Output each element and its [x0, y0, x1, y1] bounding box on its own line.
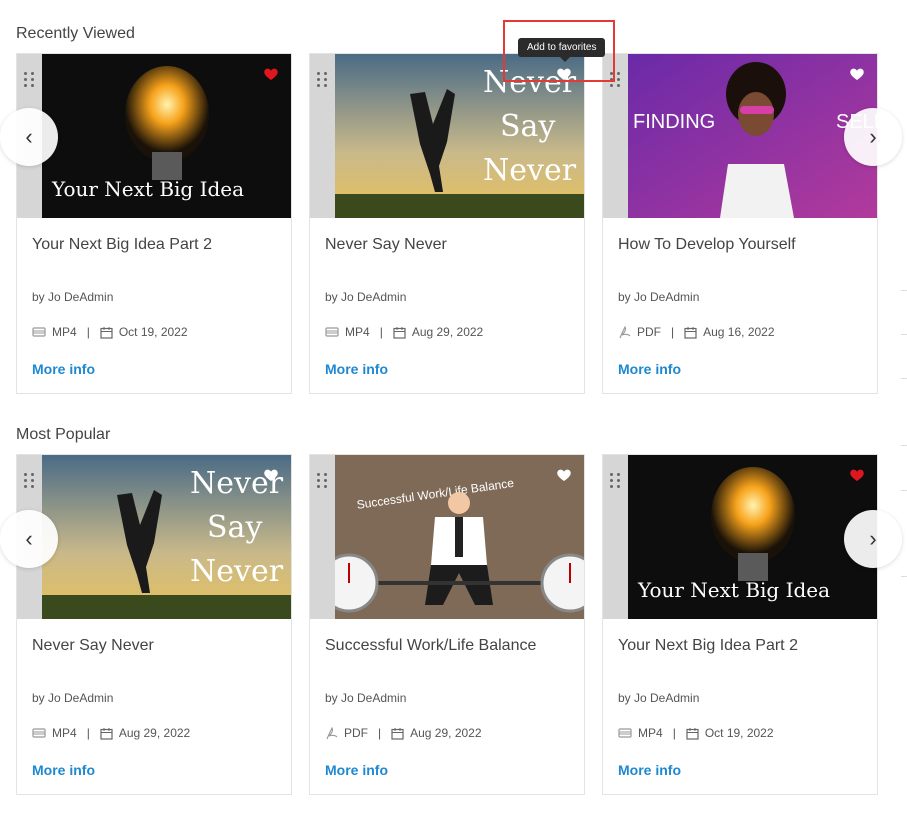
card-author: by Jo DeAdmin — [618, 691, 700, 705]
thumbnail-image: Your Next Big Idea — [628, 455, 877, 619]
card-title[interactable]: How To Develop Yourself — [618, 236, 796, 254]
calendar-icon — [686, 727, 699, 740]
drag-handle[interactable] — [310, 455, 335, 619]
section-title-recently-viewed: Recently Viewed — [16, 25, 135, 42]
more-info-link[interactable]: More info — [32, 361, 95, 377]
highlight-box — [503, 20, 615, 82]
thumbnail-caption: Say — [500, 109, 555, 144]
chevron-left-icon: ‹ — [25, 124, 33, 149]
file-type: MP4 — [52, 726, 77, 740]
file-type: MP4 — [345, 325, 370, 339]
file-type: MP4 — [638, 726, 663, 740]
content-card[interactable]: Your Next Big Idea Your Next Big Idea Pa… — [602, 454, 878, 795]
card-meta: PDF | Aug 16, 2022 — [618, 325, 775, 339]
thumbnail-caption: Say — [207, 510, 262, 545]
drag-handle[interactable] — [603, 455, 628, 619]
content-card[interactable]: FINDING SELF How To Develop Yourself by … — [602, 53, 878, 394]
thumbnail-image: FINDING SELF — [628, 54, 877, 218]
video-file-icon — [618, 728, 632, 738]
thumbnail-image: Successful Work/Life Balance — [335, 455, 584, 619]
card-meta: MP4 | Aug 29, 2022 — [32, 726, 190, 740]
card-date: Aug 16, 2022 — [703, 325, 775, 339]
thumbnail-caption: Never — [483, 153, 577, 188]
card-thumbnail[interactable]: Your Next Big Idea — [603, 455, 877, 619]
calendar-icon — [100, 326, 113, 339]
card-date: Aug 29, 2022 — [411, 325, 484, 339]
calendar-icon — [393, 326, 406, 339]
favorite-heart-icon[interactable] — [263, 467, 279, 483]
card-thumbnail[interactable]: Successful Work/Life Balance — [310, 455, 584, 619]
file-type: PDF — [637, 325, 661, 339]
card-meta: MP4 | Aug 29, 2022 — [325, 325, 483, 339]
card-author: by Jo DeAdmin — [325, 691, 407, 705]
chevron-right-icon: › — [869, 526, 877, 551]
card-meta: MP4 | Oct 19, 2022 — [32, 325, 188, 339]
card-meta: MP4 | Oct 19, 2022 — [618, 726, 774, 740]
thumbnail-caption: Your Next Big Idea — [51, 177, 244, 201]
card-author: by Jo DeAdmin — [32, 691, 114, 705]
card-author: by Jo DeAdmin — [325, 290, 407, 304]
card-date: Oct 19, 2022 — [118, 325, 188, 339]
calendar-icon — [684, 326, 697, 339]
card-title[interactable]: Never Say Never — [325, 236, 447, 254]
thumbnail-caption: FINDING — [633, 111, 715, 133]
carousel-next-button[interactable]: › — [844, 108, 902, 166]
video-file-icon — [32, 327, 46, 337]
favorite-heart-icon[interactable] — [263, 66, 279, 82]
thumbnail-caption: Your Next Big Idea — [637, 578, 830, 602]
carousel-next-button[interactable]: › — [844, 510, 902, 568]
card-title[interactable]: Never Say Never — [32, 637, 154, 655]
card-author: by Jo DeAdmin — [32, 290, 114, 304]
card-thumbnail[interactable]: Your Next Big Idea — [17, 54, 291, 218]
more-info-link[interactable]: More info — [325, 361, 388, 377]
content-card[interactable]: Never Say Never Never Say Never by Jo De… — [309, 53, 585, 394]
more-info-link[interactable]: More info — [618, 762, 681, 778]
video-file-icon — [32, 728, 46, 738]
card-date: Aug 29, 2022 — [410, 726, 482, 740]
thumbnail-image: Never Say Never — [42, 455, 291, 619]
thumbnail-image: Your Next Big Idea — [42, 54, 291, 218]
carousel-prev-button[interactable]: ‹ — [0, 108, 58, 166]
section-title-most-popular: Most Popular — [16, 426, 111, 443]
favorite-heart-icon[interactable] — [849, 467, 865, 483]
more-info-link[interactable]: More info — [618, 361, 681, 377]
calendar-icon — [391, 727, 404, 740]
file-type: MP4 — [52, 325, 77, 339]
card-thumbnail[interactable]: FINDING SELF — [603, 54, 877, 218]
chevron-right-icon: › — [869, 124, 877, 149]
carousel-most-popular: Never Say Never Never Say Never by Jo De… — [0, 454, 902, 799]
carousel-recently-viewed: Your Next Big Idea Your Next Big Idea Pa… — [0, 53, 902, 398]
pdf-icon — [619, 325, 631, 338]
carousel-prev-button[interactable]: ‹ — [0, 510, 58, 568]
thumbnail-caption: Never — [190, 554, 284, 589]
more-info-link[interactable]: More info — [325, 762, 388, 778]
card-title[interactable]: Your Next Big Idea Part 2 — [618, 637, 798, 655]
calendar-icon — [100, 727, 113, 740]
content-card[interactable]: Never Say Never Never Say Never by Jo De… — [16, 454, 292, 795]
card-title[interactable]: Your Next Big Idea Part 2 — [32, 236, 212, 254]
more-info-link[interactable]: More info — [32, 762, 95, 778]
favorite-heart-icon[interactable] — [556, 467, 572, 483]
card-meta: PDF | Aug 29, 2022 — [325, 726, 482, 740]
drag-handle[interactable] — [310, 54, 335, 218]
card-thumbnail[interactable]: Never Say Never — [17, 455, 291, 619]
card-title[interactable]: Successful Work/Life Balance — [325, 637, 536, 655]
video-file-icon — [325, 327, 339, 337]
chevron-left-icon: ‹ — [25, 526, 33, 551]
card-date: Oct 19, 2022 — [704, 726, 774, 740]
file-type: PDF — [344, 726, 368, 740]
favorite-heart-icon[interactable] — [849, 66, 865, 82]
card-date: Aug 29, 2022 — [118, 726, 191, 740]
content-card[interactable]: Successful Work/Life Balance Successful … — [309, 454, 585, 795]
content-card[interactable]: Your Next Big Idea Your Next Big Idea Pa… — [16, 53, 292, 394]
card-author: by Jo DeAdmin — [618, 290, 700, 304]
pdf-icon — [326, 726, 338, 739]
